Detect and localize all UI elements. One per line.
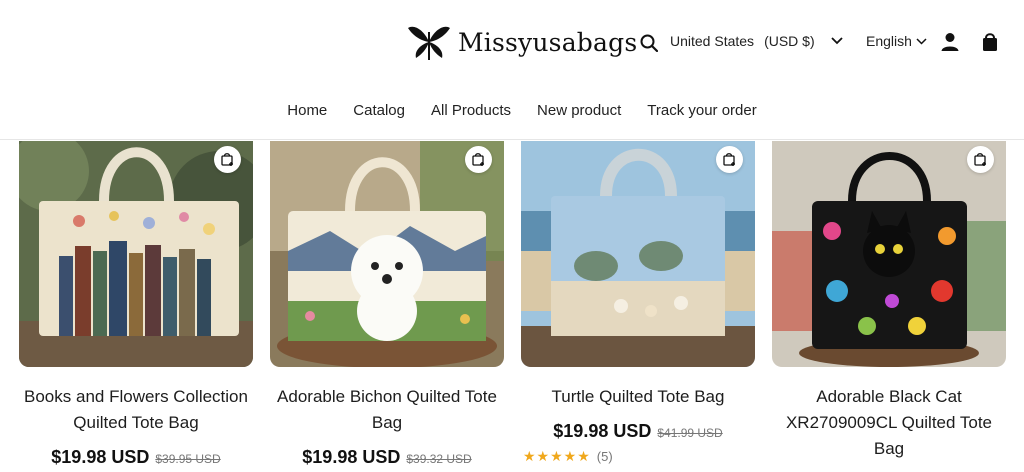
rating-count: (5) xyxy=(596,449,613,464)
product-title[interactable]: Books and Flowers Collection Quilted Tot… xyxy=(19,384,253,436)
nav-home[interactable]: Home xyxy=(287,102,327,119)
quick-add-bag-icon xyxy=(472,153,484,166)
sale-price: $19.98 USD xyxy=(51,447,150,467)
quick-add-bag-icon xyxy=(723,153,735,166)
price-row: $19.98 USD $39.95 USD xyxy=(19,447,253,468)
nav-new-product[interactable]: New product xyxy=(537,102,621,119)
product-card: Books and Flowers Collection Quilted Tot… xyxy=(19,141,253,468)
product-title[interactable]: Adorable Black Cat XR2709009CL Quilted T… xyxy=(772,384,1006,462)
quick-add-button[interactable] xyxy=(967,146,994,173)
compare-price: $39.32 USD xyxy=(406,452,472,466)
compare-price: $41.99 USD xyxy=(657,426,723,440)
country-label: United States xyxy=(670,33,755,49)
product-title[interactable]: Adorable Bichon Quilted Tote Bag xyxy=(270,384,504,436)
sale-price: $19.98 USD xyxy=(302,447,401,467)
quick-add-button[interactable] xyxy=(716,146,743,173)
country-currency-selector[interactable]: United States (USD $) xyxy=(670,33,843,49)
compare-price: $39.95 USD xyxy=(155,452,221,466)
sale-price: $19.98 USD xyxy=(553,421,652,441)
quick-add-button[interactable] xyxy=(465,146,492,173)
currency-label: (USD $) xyxy=(764,33,815,49)
cart-button[interactable] xyxy=(979,31,1001,53)
chevron-down-icon xyxy=(916,37,927,45)
product-image[interactable] xyxy=(19,141,253,367)
nav-catalog[interactable]: Catalog xyxy=(353,102,405,119)
product-image[interactable] xyxy=(772,141,1006,367)
bichon-bag-image xyxy=(270,141,504,367)
product-rating[interactable]: ★★★★★ (5) xyxy=(521,448,755,465)
search-button[interactable] xyxy=(638,32,660,54)
brand-logo[interactable]: Missyusabags xyxy=(406,22,637,62)
quick-add-bag-icon xyxy=(221,153,233,166)
price-row: $19.98 USD $41.99 USD xyxy=(521,421,755,442)
product-card: Turtle Quilted Tote Bag $19.98 USD $41.9… xyxy=(521,141,755,468)
books-flowers-bag-image xyxy=(19,141,253,367)
language-label: English xyxy=(866,33,912,49)
account-button[interactable] xyxy=(939,31,961,53)
nav-all-products[interactable]: All Products xyxy=(431,102,511,119)
butterfly-logo-icon xyxy=(408,26,450,60)
product-card: Adorable Black Cat XR2709009CL Quilted T… xyxy=(772,141,1006,468)
product-title[interactable]: Turtle Quilted Tote Bag xyxy=(521,384,755,410)
price-row: $19.98 USD $39.32 USD xyxy=(270,447,504,468)
black-cat-bag-image xyxy=(772,141,1006,367)
product-image[interactable] xyxy=(270,141,504,367)
language-selector[interactable]: English xyxy=(866,33,927,49)
chevron-down-icon xyxy=(830,37,843,45)
nav-track-order[interactable]: Track your order xyxy=(647,102,756,119)
turtle-bag-image xyxy=(521,141,755,367)
product-image[interactable] xyxy=(521,141,755,367)
product-card: Adorable Bichon Quilted Tote Bag $19.98 … xyxy=(270,141,504,468)
search-icon xyxy=(640,34,658,52)
quick-add-button[interactable] xyxy=(214,146,241,173)
rating-stars: ★★★★★ xyxy=(523,448,591,464)
quick-add-bag-icon xyxy=(974,153,986,166)
site-header: Missyusabags United States (USD $) Engli… xyxy=(0,0,1024,140)
account-icon xyxy=(941,33,959,51)
cart-icon xyxy=(983,33,997,51)
main-nav: Home Catalog All Products New product Tr… xyxy=(0,102,1024,119)
product-grid: Books and Flowers Collection Quilted Tot… xyxy=(19,141,1007,468)
brand-name: Missyusabags xyxy=(458,27,638,57)
